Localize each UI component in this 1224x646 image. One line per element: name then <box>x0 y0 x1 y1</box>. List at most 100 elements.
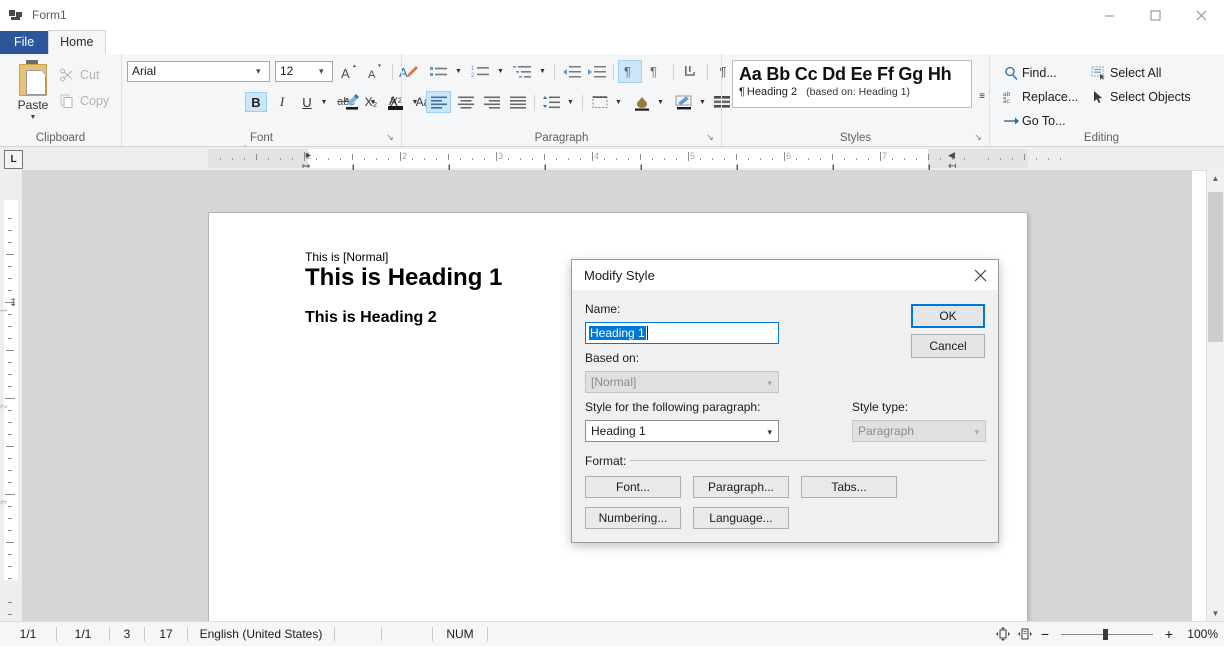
font-format-button[interactable]: Font... <box>585 476 681 498</box>
grow-font-button[interactable]: A <box>337 61 361 82</box>
select-all-button[interactable]: Select All <box>1088 62 1161 84</box>
multilevel-chevron-down-icon[interactable]: ▼ <box>536 61 549 82</box>
shading-chevron-down-icon[interactable]: ▼ <box>654 92 667 113</box>
language-format-button[interactable]: Language... <box>693 507 789 529</box>
zoom-out-button[interactable]: − <box>1036 622 1054 646</box>
zoom-level[interactable]: 100% <box>1178 627 1218 641</box>
align-center-button[interactable] <box>453 92 478 113</box>
vertical-ruler[interactable]: 123 ↧ <box>0 170 22 622</box>
font-dialog-launcher[interactable]: ↘ <box>384 131 396 143</box>
sort-button[interactable] <box>679 61 703 82</box>
align-left-button[interactable] <box>426 91 451 113</box>
font-color-button[interactable]: A <box>384 92 408 112</box>
numbering-button[interactable]: 12 <box>468 61 494 82</box>
text-effect-chevron-down-icon[interactable]: ▼ <box>696 92 709 113</box>
cut-button[interactable]: Cut <box>56 62 109 88</box>
cancel-button[interactable]: Cancel <box>911 334 985 358</box>
right-indent-marker[interactable]: ◀ <box>948 150 955 161</box>
ltr-text-direction-button[interactable]: ¶ <box>618 60 642 83</box>
status-page[interactable]: 1/1 <box>0 622 56 646</box>
tabs-format-button[interactable]: Tabs... <box>801 476 897 498</box>
svg-text:A: A <box>389 94 397 108</box>
shrink-font-button[interactable]: A <box>363 61 387 82</box>
status-section[interactable]: 1/1 <box>57 622 109 646</box>
horizontal-ruler[interactable]: L 1234567LLLLLLL ► ◀ ↦ ↤ <box>0 147 1224 173</box>
borders-chevron-down-icon[interactable]: ▼ <box>612 92 625 113</box>
close-button[interactable] <box>1178 0 1224 30</box>
tab-stop-selector[interactable]: L <box>4 150 23 169</box>
line-spacing-button[interactable] <box>540 92 564 113</box>
rtl-text-direction-button[interactable]: ¶ <box>645 61 669 82</box>
scroll-up-arrow-icon[interactable]: ▲ <box>1207 170 1224 187</box>
align-right-button[interactable] <box>479 92 504 113</box>
vertical-margin-marker[interactable]: ↧ <box>9 298 17 309</box>
zoom-slider[interactable] <box>1061 628 1153 640</box>
bold-button[interactable]: B <box>245 92 267 112</box>
close-icon[interactable] <box>962 260 998 290</box>
pilcrow-icon: ¶ <box>739 86 745 98</box>
ruler-track[interactable]: 1234567LLLLLLL ► ◀ ↦ ↤ <box>28 149 1192 173</box>
borders-button[interactable] <box>588 92 612 113</box>
font-size-combobox[interactable]: 12 ▾ <box>275 61 333 82</box>
underline-chevron-down-icon[interactable]: ▼ <box>317 92 331 112</box>
status-language[interactable]: English (United States) <box>188 622 334 646</box>
text-effect-button[interactable] <box>672 92 696 113</box>
numbering-chevron-down-icon[interactable]: ▼ <box>494 61 507 82</box>
chevron-down-icon[interactable]: ▾ <box>319 67 328 76</box>
font-color-chevron-down-icon[interactable]: ▼ <box>408 92 422 112</box>
copy-label: Copy <box>80 94 110 108</box>
find-button[interactable]: Find... <box>1000 62 1057 84</box>
tab-home[interactable]: Home <box>48 30 106 54</box>
status-overtype[interactable] <box>335 622 381 646</box>
go-to-button[interactable]: Go To... <box>1000 110 1066 132</box>
fit-width-icon[interactable] <box>1014 622 1036 646</box>
paragraph-dialog-launcher[interactable]: ↘ <box>704 131 716 143</box>
chevron-down-icon[interactable]: ▼ <box>30 114 37 122</box>
replace-button[interactable]: ab ac Replace... <box>1000 86 1078 108</box>
following-paragraph-select[interactable]: Heading 1 ▾ <box>585 420 779 442</box>
styles-more-button[interactable]: ≡ <box>975 60 989 108</box>
tab-file[interactable]: File <box>0 31 49 54</box>
fit-page-icon[interactable] <box>992 622 1014 646</box>
maximize-button[interactable] <box>1132 0 1178 30</box>
ribbon-group-paragraph: a ▼ A ▼ ▼ 12 ▼ ▼ ¶ ¶ ¶ ▼ ▼ ▼ ▼ Paragraph… <box>345 54 744 146</box>
ruler-page-area <box>208 149 1028 168</box>
numbering-format-button[interactable]: Numbering... <box>585 507 681 529</box>
text-highlight-color-button[interactable]: a <box>340 92 366 112</box>
status-track-changes[interactable] <box>382 622 432 646</box>
styles-dialog-launcher[interactable]: ↘ <box>972 131 984 143</box>
scroll-down-arrow-icon[interactable]: ▼ <box>1207 605 1224 622</box>
ok-button[interactable]: OK <box>911 304 985 328</box>
vertical-scrollbar[interactable]: ▲ ▼ <box>1206 170 1224 622</box>
bullets-button[interactable] <box>426 61 452 82</box>
font-name-combobox[interactable]: Arial ▾ <box>127 61 270 82</box>
decrease-indent-button[interactable] <box>560 61 584 82</box>
group-label-editing: Editing <box>1083 132 1120 144</box>
paste-button[interactable]: Paste ▼ <box>10 58 56 130</box>
highlight-chevron-down-icon[interactable]: ▼ <box>366 92 380 112</box>
bullets-chevron-down-icon[interactable]: ▼ <box>452 61 465 82</box>
status-column[interactable]: 17 <box>145 622 187 646</box>
justify-button[interactable] <box>505 92 530 113</box>
shading-button[interactable] <box>630 92 654 113</box>
copy-button[interactable]: Copy <box>56 88 109 114</box>
style-name-input[interactable]: Heading 1 <box>585 322 779 344</box>
first-line-indent-marker[interactable]: ► <box>304 150 313 160</box>
status-num-lock[interactable]: NUM <box>433 622 487 646</box>
underline-button[interactable]: U <box>297 92 317 112</box>
zoom-in-button[interactable]: + <box>1160 622 1178 646</box>
chevron-down-icon[interactable]: ▾ <box>767 427 772 438</box>
minimize-button[interactable] <box>1086 0 1132 30</box>
line-spacing-chevron-down-icon[interactable]: ▼ <box>564 92 577 113</box>
style-gallery-item[interactable]: Aa Bb Cc Dd Ee Ff Gg Hh ¶ Heading 2 (bas… <box>732 60 972 108</box>
increase-indent-button[interactable] <box>585 61 609 82</box>
multilevel-list-button[interactable] <box>510 61 536 82</box>
scrollbar-thumb[interactable] <box>1208 192 1223 342</box>
status-line[interactable]: 3 <box>110 622 144 646</box>
select-objects-button[interactable]: Select Objects <box>1088 86 1191 108</box>
zoom-slider-thumb[interactable] <box>1103 628 1108 640</box>
dialog-title: Modify Style <box>584 267 655 283</box>
italic-button[interactable]: I <box>271 92 293 112</box>
paragraph-format-button[interactable]: Paragraph... <box>693 476 789 498</box>
chevron-down-icon[interactable]: ▾ <box>256 67 265 76</box>
